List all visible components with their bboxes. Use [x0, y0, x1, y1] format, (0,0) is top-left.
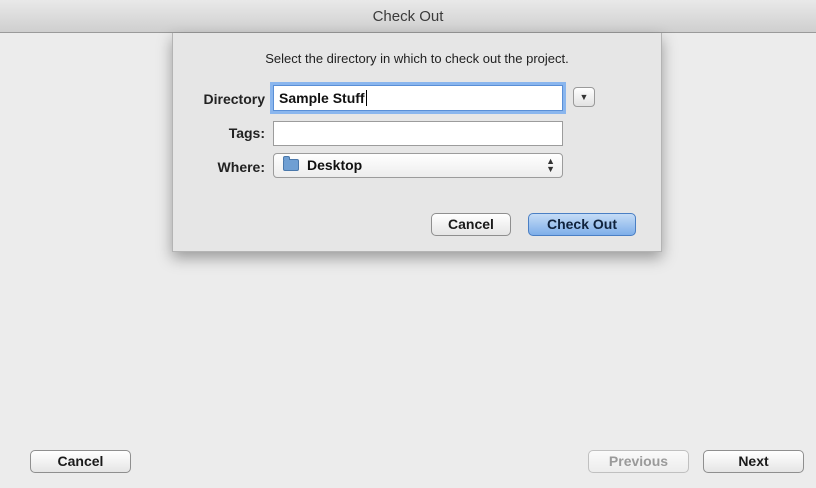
- folder-icon: [283, 156, 299, 171]
- window-title: Check Out: [372, 8, 444, 25]
- sheet-cancel-button[interactable]: Cancel: [431, 213, 511, 236]
- checkout-sheet: Select the directory in which to check o…: [172, 33, 662, 252]
- updown-arrows-icon: ▲ ▼: [546, 156, 555, 174]
- where-value: Desktop: [307, 157, 363, 173]
- directory-history-button[interactable]: ▼: [573, 87, 595, 107]
- title-bar: Check Out: [0, 0, 816, 33]
- triangle-down-icon: ▼: [579, 92, 589, 102]
- tags-field[interactable]: [273, 121, 563, 146]
- footer-cancel-button[interactable]: Cancel: [30, 450, 131, 473]
- previous-button[interactable]: Previous: [588, 450, 689, 473]
- where-popup[interactable]: Desktop ▲ ▼: [273, 153, 563, 178]
- directory-label: Directory: [203, 91, 265, 107]
- text-caret: [365, 90, 367, 106]
- tags-label: Tags:: [228, 125, 265, 141]
- where-label: Where:: [217, 159, 265, 175]
- next-button[interactable]: Next: [703, 450, 804, 473]
- sheet-prompt: Select the directory in which to check o…: [265, 51, 569, 66]
- directory-field[interactable]: Sample Stuff: [273, 85, 563, 111]
- directory-value: Sample Stuff: [279, 90, 365, 106]
- check-out-button[interactable]: Check Out: [528, 213, 636, 236]
